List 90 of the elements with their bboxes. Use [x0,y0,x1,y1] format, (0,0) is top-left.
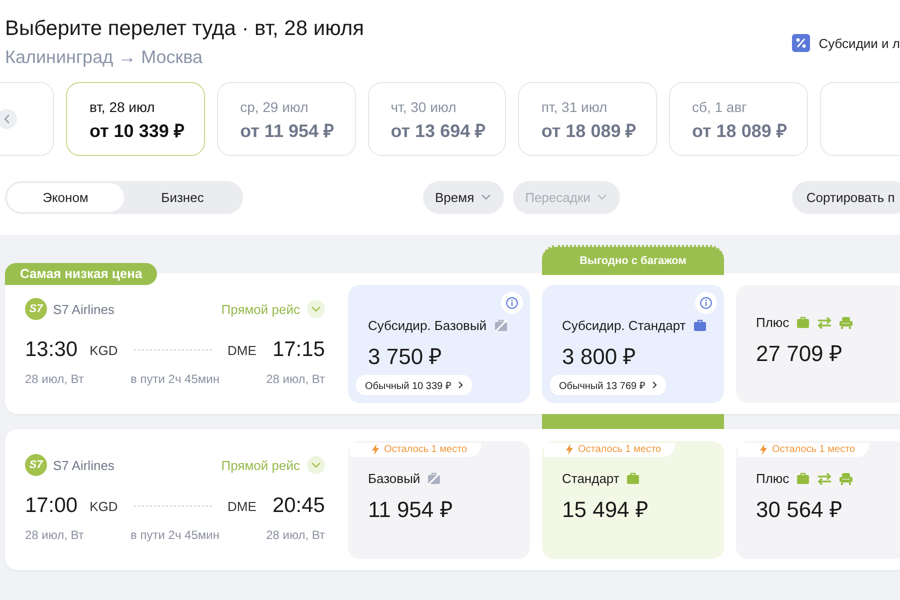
arrival-time: 20:45 [272,494,325,518]
arrival-time: 17:15 [272,338,325,362]
suitcase-icon [692,319,707,332]
cabin-class-tab[interactable]: Бизнес [124,182,241,212]
back-button[interactable] [0,109,18,129]
fare-name: Субсидир. Стандарт [562,318,686,333]
fare-tile[interactable]: Плюс 27 709 ₽ [736,285,900,403]
info-button[interactable] [501,292,523,314]
date-label: ср, 29 июл [240,99,310,115]
airport-code: DME [228,342,256,358]
fare-price: 11 954 ₽ [368,496,454,523]
airline-name: S7 Airlines [53,458,114,472]
fare-price: 15 494 ₽ [562,496,650,523]
crossed-suitcase-icon [494,319,508,332]
subsidy-link[interactable]: Субсидии и л [818,36,900,50]
fare-name: Субсидир. Базовый [368,318,487,333]
airport-code: DME [228,498,256,514]
seat-icon [839,472,854,485]
info-icon [700,297,712,309]
info-button[interactable] [695,292,717,314]
highlight-tab: Выгодно с багажом [542,245,724,275]
lightning-icon [372,444,379,455]
flight-duration: в пути 2ч 45мин [130,528,220,542]
fare-name: Плюс [756,471,790,486]
fare-name: Стандарт [562,471,620,486]
exchange-arrows-icon [817,472,832,485]
fare-tile[interactable]: Осталось 1 место Базовый 11 954 ₽ [348,441,530,559]
flight-duration: в пути 2ч 45мин [130,372,220,386]
date-card[interactable]: сб, 1 авг от 18 089 ₽ [668,82,808,156]
airline-logo: S7 [25,298,47,320]
seats-left-label: Осталось 1 место [738,443,870,457]
date-card[interactable]: вт, 28 июл от 10 339 ₽ [66,82,206,156]
date-card[interactable]: ср, 29 июл от 11 954 ₽ [217,82,356,156]
airline-logo: S7 [25,454,47,476]
suitcase-icon [796,472,810,485]
regular-price-button[interactable]: Обычный 13 769 ₽ [550,375,666,395]
date-card[interactable]: чт, 30 июл от 13 694 ₽ [368,82,506,156]
fare-price: 3 750 ₽ [368,343,444,370]
seats-left-label: Осталось 1 место [350,443,482,457]
suitcase-icon [626,472,640,485]
chevron-down-icon [311,462,321,468]
airline-name: S7 Airlines [53,302,114,316]
airport-code: KGD [90,498,118,514]
date-price: от 11 954 ₽ [240,120,334,142]
date-price: от 13 694 ₽ [390,120,486,142]
route-text: Калининград → Москва [5,47,204,68]
info-icon [506,297,518,309]
departure-time: 17:00 [25,494,78,518]
date-price: от 10 339 ₽ [89,120,185,142]
fare-price: 27 709 ₽ [756,340,844,367]
price-badge: Самая низкая цена [5,263,158,285]
date-price: от 18 089 ₽ [692,120,788,142]
date-label: сб, 1 авг [692,99,748,115]
chevron-down-icon [597,194,608,200]
page-title: Выберите перелет туда · вт, 28 июля [5,16,364,42]
chevron-right-icon [652,381,658,389]
filter-dropdown[interactable]: Время [423,180,504,214]
departure-date: 28 июл, Вт [25,528,84,542]
suitcase-icon [796,316,810,329]
fare-price: 30 564 ₽ [756,496,844,523]
date-label: чт, 30 июл [390,99,458,115]
airport-code: KGD [90,342,118,358]
seat-icon [839,316,854,329]
fare-name: Базовый [368,471,420,486]
regular-price-button[interactable]: Обычный 10 339 ₽ [356,375,472,395]
chevron-down-icon [481,194,492,200]
fare-tile[interactable]: Субсидир. Базовый 3 750 ₽ Обычный 10 339 ₽ [348,285,530,403]
chevron-left-icon [4,114,10,124]
chevron-right-icon [458,381,464,389]
exchange-arrows-icon [817,316,832,329]
departure-date: 28 июл, Вт [25,372,84,386]
arrival-date: 28 июл, Вт [266,372,325,386]
chevron-down-icon [311,306,321,312]
date-label: вт, 28 июл [89,99,156,115]
fare-price: 3 800 ₽ [562,343,638,370]
fare-tile[interactable]: Осталось 1 место Плюс 30 564 ₽ [736,441,900,559]
fare-tile[interactable]: Осталось 1 место Стандарт 15 494 ₽ [542,441,724,559]
crossed-suitcase-icon [427,472,442,485]
date-card[interactable]: пт, 31 июл от 18 089 ₽ [518,82,657,156]
cabin-class-tab[interactable]: Эконом [7,182,124,212]
sort-button[interactable]: Сортировать п [792,180,900,214]
date-label: пт, 31 июл [541,99,608,115]
fare-name: Плюс [756,315,790,330]
lightning-icon [760,444,767,455]
departure-time: 13:30 [25,338,78,362]
seats-left-label: Осталось 1 место [544,443,676,457]
date-price: от 18 089 ₽ [541,120,637,142]
percent-icon [792,34,810,52]
lightning-icon [566,444,573,455]
arrival-date: 28 июл, Вт [266,528,325,542]
